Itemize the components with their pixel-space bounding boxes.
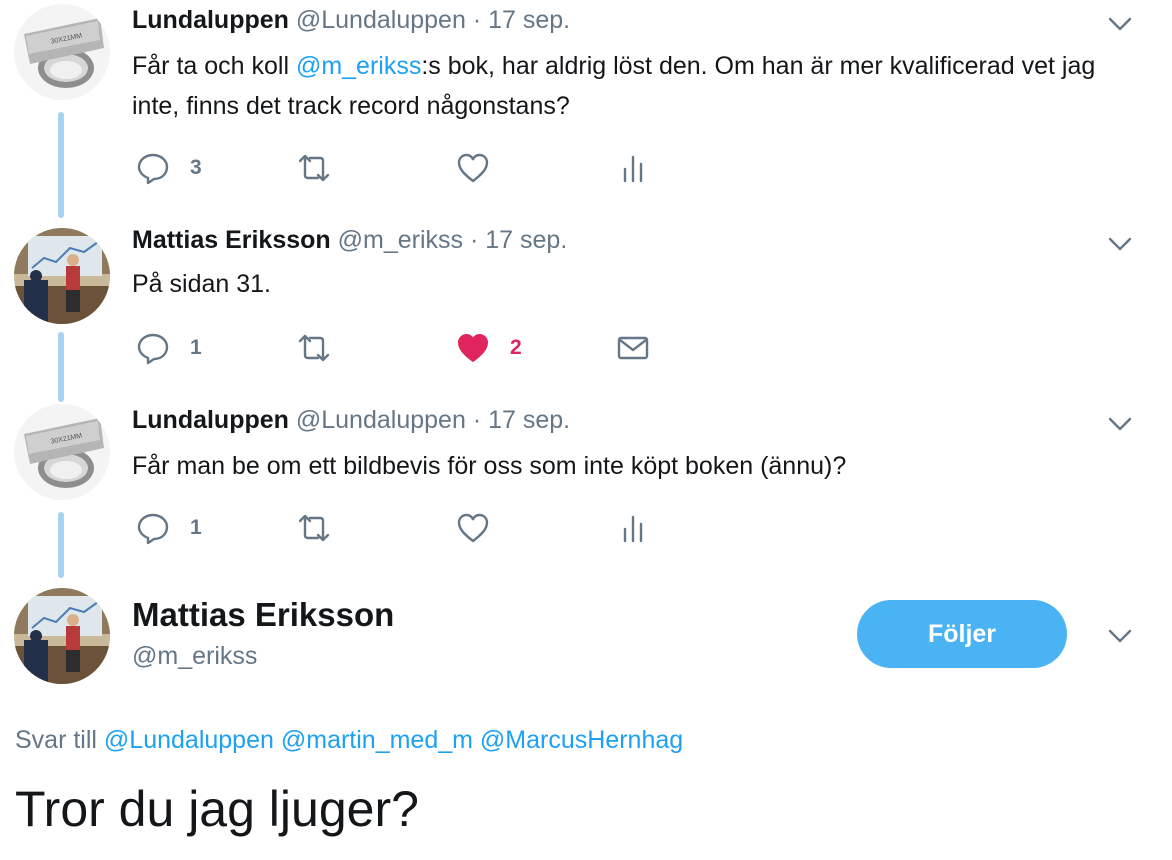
retweet-button[interactable]: [296, 508, 352, 548]
main-author-handle[interactable]: @m_erikss: [132, 642, 257, 671]
tweet-actions: 1: [132, 508, 732, 548]
reply-icon: [137, 513, 169, 545]
magnifier-loupe-icon: 30X21MM: [14, 404, 110, 500]
author-name[interactable]: Lundaluppen: [132, 406, 289, 434]
main-author-name[interactable]: Mattias Eriksson: [132, 596, 394, 634]
main-tweet-text: Tror du jag ljuger?: [15, 781, 419, 837]
reply-mention[interactable]: @MarcusHernhag: [480, 726, 683, 754]
chevron-down-icon[interactable]: [1106, 622, 1134, 650]
author-handle[interactable]: @Lundaluppen: [296, 406, 466, 434]
retweet-icon: [298, 514, 330, 542]
timestamp[interactable]: 17 sep.: [488, 406, 570, 434]
heart-icon: [457, 513, 489, 543]
following-button[interactable]: Följer: [857, 600, 1067, 668]
main-avatar[interactable]: [14, 588, 110, 684]
like-button[interactable]: [456, 508, 510, 548]
reply-mention[interactable]: @Lundaluppen: [104, 726, 274, 754]
tweet-header: Lundaluppen @Lundaluppen · 17 sep.: [132, 406, 570, 435]
reply-count: 1: [190, 516, 202, 539]
reply-mention[interactable]: @martin_med_m: [281, 726, 473, 754]
analytics-button[interactable]: [616, 508, 650, 548]
reply-to-line: Svar till @Lundaluppen @martin_med_m @Ma…: [15, 726, 683, 755]
tweet: 30X21MM Lundaluppen @Lundaluppen · 17 se…: [0, 0, 1172, 560]
reply-button[interactable]: 1: [136, 508, 202, 548]
chevron-down-icon[interactable]: [1106, 410, 1134, 438]
tweet-text: Får man be om ett bildbevis för oss som …: [132, 452, 847, 480]
person-photo-icon: [14, 588, 110, 684]
separator: ·: [472, 406, 482, 434]
analytics-icon: [623, 515, 643, 543]
reply-to-label: Svar till: [15, 726, 97, 754]
avatar[interactable]: 30X21MM: [14, 404, 110, 500]
